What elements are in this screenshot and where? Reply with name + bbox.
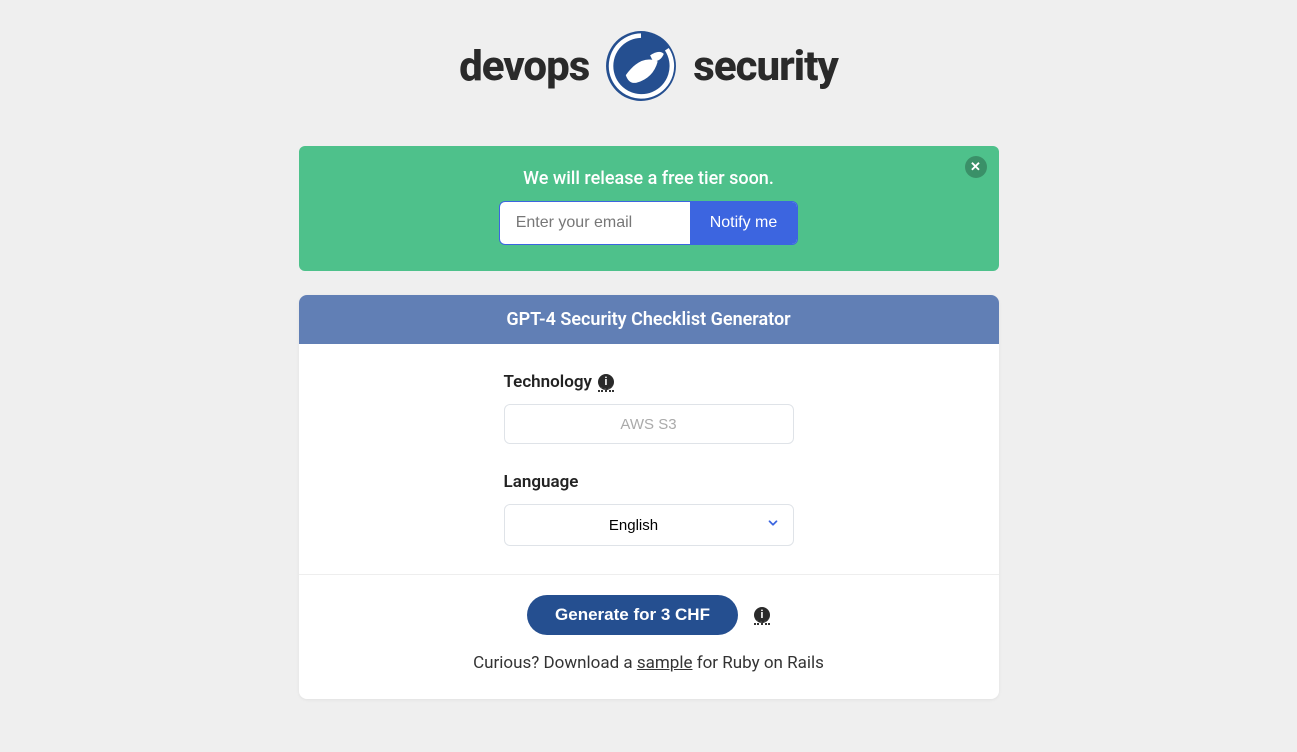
technology-label: Technology i: [504, 372, 794, 392]
language-select[interactable]: English: [504, 504, 794, 546]
close-icon[interactable]: ✕: [965, 156, 987, 178]
email-field[interactable]: [500, 202, 690, 244]
fox-circle-icon: [603, 28, 679, 104]
generator-card: GPT-4 Security Checklist Generator Techn…: [299, 295, 999, 699]
info-icon[interactable]: i: [598, 374, 614, 390]
info-icon[interactable]: i: [754, 607, 770, 623]
notify-form: Notify me: [499, 201, 799, 245]
free-tier-banner: ✕ We will release a free tier soon. Noti…: [299, 146, 999, 271]
sample-link[interactable]: sample: [637, 653, 693, 673]
brand-word-right: security: [693, 42, 838, 91]
technology-input[interactable]: [504, 404, 794, 444]
sample-note: Curious? Download a sample for Ruby on R…: [473, 653, 824, 673]
brand-logo: devops security: [459, 28, 838, 104]
card-title: GPT-4 Security Checklist Generator: [299, 295, 999, 344]
notify-button[interactable]: Notify me: [690, 202, 798, 244]
language-label: Language: [504, 472, 794, 492]
banner-title: We will release a free tier soon.: [523, 168, 774, 189]
brand-word-left: devops: [459, 42, 589, 91]
generate-button[interactable]: Generate for 3 CHF: [527, 595, 738, 635]
